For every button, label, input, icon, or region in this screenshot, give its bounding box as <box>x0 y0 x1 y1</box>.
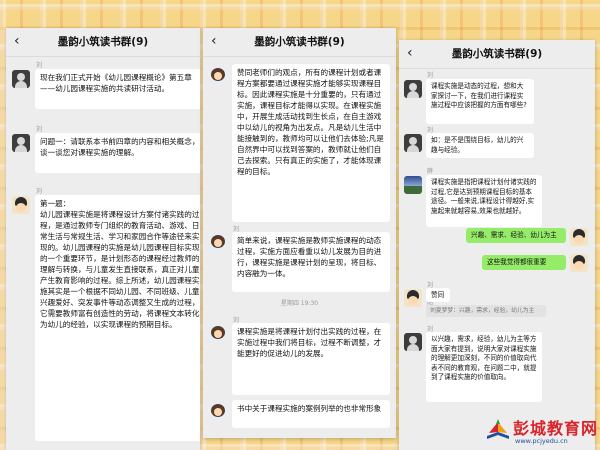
avatar[interactable] <box>209 233 227 251</box>
chat-screen-3: ‹ 墨韵小筑读书群(9) 刘凤 课程实施是动态的过程，想和大家探讨一下，在我们进… <box>399 40 595 450</box>
avatar[interactable] <box>12 196 30 214</box>
chat-screen-1: ‹ 墨韵小筑读书群(9) 刘凤 现在我们正式开始《幼儿园课程概论》第五章——幼儿… <box>6 28 200 450</box>
watermark-url: www.pcjyedu.cn <box>515 437 568 445</box>
chat-header: ‹ 墨韵小筑读书群(9) <box>203 28 396 57</box>
chat-header: ‹ 墨韵小筑读书群(9) <box>399 40 595 69</box>
avatar[interactable] <box>209 324 227 342</box>
message-bubble[interactable]: 书中关于课程实施的案例列举的也非常形象 <box>232 400 390 428</box>
chat-title: 墨韵小筑读书群(9) <box>451 48 543 60</box>
message-bubble[interactable]: 以兴趣，需求，经验，幼儿为主等方面大家有提到，说明大家对课程实施的理解更加深刻，… <box>426 332 542 402</box>
book-logo-icon <box>487 419 509 439</box>
message-bubble[interactable]: 现在我们正式开始《幼儿园课程概论》第五章——幼儿园课程实施的共读研讨活动。 <box>35 69 200 109</box>
avatar[interactable] <box>404 134 422 152</box>
avatar[interactable] <box>570 228 588 246</box>
quoted-message[interactable]: 刘夏梦梦：兴趣，需求，经验，幼儿为主 <box>426 305 546 317</box>
message-bubble[interactable]: 赞同 <box>426 288 450 302</box>
message-bubble[interactable]: 课程实施是指把课程计划付诸实践的过程,它是达到预期课程目标的基本途径。一般来说,… <box>426 175 542 227</box>
message-bubble[interactable]: 课程实施是将课程计划付出实践的过程，在实施过程中我们将目标，过程不断调整，才能更… <box>232 323 390 395</box>
avatar[interactable] <box>12 134 30 152</box>
avatar[interactable] <box>404 333 422 351</box>
avatar[interactable] <box>570 254 588 272</box>
message-bubble[interactable]: 课程实施是动态的过程，想和大家探讨一下，在我们进行课程实施过程中应该把握的方面有… <box>426 79 534 124</box>
chat-title: 墨韵小筑读书群(9) <box>254 36 345 48</box>
watermark-text: 彭城教育网 <box>513 419 599 438</box>
chat-screen-2: ‹ 墨韵小筑读书群(9) 赞同老师们的观点，所有的课程计划或者课程方案都要通过课… <box>203 28 396 438</box>
message-bubble-own[interactable]: 这些我觉得都很重要 <box>482 255 566 270</box>
avatar[interactable] <box>209 66 227 84</box>
message-bubble-own[interactable]: 兴趣、需求、经验、幼儿为主 <box>466 228 566 243</box>
message-bubble[interactable]: 简单来说，课程实施是教师实施课程的动态过程，实施方面应看重以幼儿发展为目的进行，… <box>232 232 390 292</box>
message-bubble[interactable]: 问题一：请联系本书前四章的内容和相关概念，谈一谈您对课程实施的理解。 <box>35 133 200 173</box>
avatar[interactable] <box>209 402 227 420</box>
avatar[interactable] <box>12 70 30 88</box>
avatar[interactable] <box>404 176 422 194</box>
chat-title: 墨韵小筑读书群(9) <box>57 36 149 48</box>
timestamp: 星期四 19:30 <box>280 300 319 307</box>
watermark: 彭城教育网 www.pcjyedu.cn <box>485 413 600 450</box>
avatar[interactable] <box>404 80 422 98</box>
message-bubble[interactable]: 如：是不是围绕目标，幼儿的兴趣与经验。 <box>426 133 534 158</box>
avatar[interactable] <box>404 289 422 307</box>
message-bubble[interactable]: 第一题： 幼儿园课程实施是将课程设计方案付诸实践的过程，是通过教师专门组织的教育… <box>35 195 200 441</box>
message-bubble[interactable]: 赞同老师们的观点，所有的课程计划或者课程方案都要通过课程实施才能够实现课程目标。… <box>232 64 390 222</box>
chat-header: ‹ 墨韵小筑读书群(9) <box>6 28 200 57</box>
